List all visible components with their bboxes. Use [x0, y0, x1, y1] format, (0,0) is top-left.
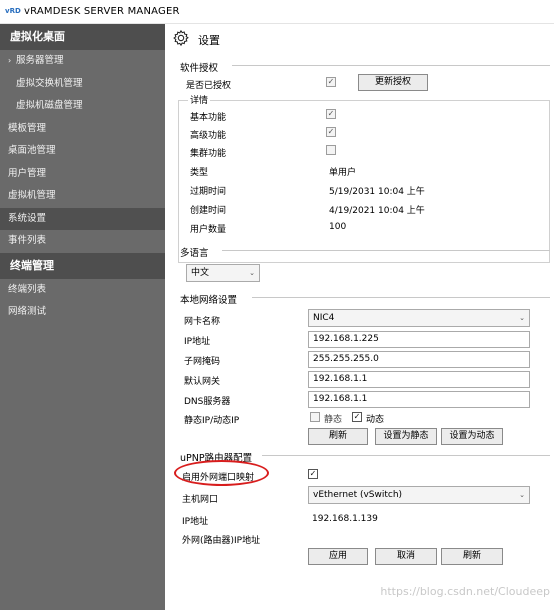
window-title: vRAMDESK SERVER MANAGER [24, 6, 180, 17]
host-nic-label: 主机网口 [182, 495, 219, 505]
ip-address-label: IP地址 [184, 337, 211, 347]
upnp-ip-value: 192.168.1.139 [312, 514, 378, 524]
cluster-feature-label: 集群功能 [190, 149, 227, 159]
chevron-down-icon: ⌄ [519, 491, 525, 499]
static-ip-label: 静态 [324, 415, 343, 425]
divider [232, 65, 550, 66]
network-section-title: 本地网络设置 [180, 295, 238, 306]
set-dynamic-button[interactable]: 设置为动态 [441, 428, 503, 445]
user-count-value: 100 [329, 222, 347, 232]
nic-name-select[interactable]: NIC4 ⌄ [308, 309, 530, 327]
subnet-mask-field[interactable]: 255.255.255.0 [308, 351, 530, 368]
sidebar-item-desktop-pool-management[interactable]: 桌面池管理 [0, 140, 165, 163]
dns-server-field[interactable]: 192.168.1.1 [308, 391, 530, 408]
settings-panel: 设置 软件授权 是否已授权 ✓ 更新授权 详情 基本功能 ✓ 高级功能 ✓ 集群… [166, 24, 554, 610]
sidebar-section-terminal-management[interactable]: 终端管理 [0, 252, 165, 279]
authorized-label: 是否已授权 [186, 81, 232, 91]
dynamic-ip-checkbox[interactable]: ✓ [352, 412, 362, 422]
user-count-label: 用户数量 [190, 225, 227, 235]
sidebar-item-vswitch-management[interactable]: 虚拟交换机管理 [0, 73, 165, 96]
language-select[interactable]: 中文 ⌄ [186, 264, 260, 282]
enable-port-mapping-checkbox[interactable]: ✓ [308, 469, 318, 479]
divider [252, 297, 550, 298]
divider [262, 455, 550, 456]
sidebar-item-template-management[interactable]: 模板管理 [0, 118, 165, 141]
window-titlebar: vRD vRAMDESK SERVER MANAGER [0, 0, 554, 24]
sidebar-item-network-test[interactable]: 网络测试 [0, 301, 165, 324]
language-section-title: 多语言 [180, 248, 209, 259]
language-selected-value: 中文 [191, 268, 210, 278]
license-section-title: 软件授权 [180, 63, 219, 74]
ip-mode-label: 静态IP/动态IP [184, 416, 240, 426]
sidebar-item-user-management[interactable]: 用户管理 [0, 163, 165, 186]
expire-time-label: 过期时间 [190, 187, 227, 197]
sidebar-item-label: 服务器管理 [16, 55, 64, 66]
subnet-mask-label: 子网掩码 [184, 357, 221, 367]
ip-address-field[interactable]: 192.168.1.225 [308, 331, 530, 348]
update-license-button[interactable]: 更新授权 [358, 74, 428, 91]
cancel-button[interactable]: 取消 [375, 548, 437, 565]
upnp-refresh-button[interactable]: 刷新 [441, 548, 503, 565]
license-details-group [178, 100, 550, 263]
basic-feature-label: 基本功能 [190, 113, 227, 123]
type-value: 单用户 [329, 168, 357, 178]
sidebar-section-virtual-desktop[interactable]: 虚拟化桌面 [0, 24, 165, 50]
static-ip-checkbox[interactable] [310, 412, 320, 422]
gateway-field[interactable]: 192.168.1.1 [308, 371, 530, 388]
apply-button[interactable]: 应用 [308, 548, 368, 565]
basic-feature-checkbox[interactable]: ✓ [326, 109, 336, 119]
create-time-label: 创建时间 [190, 206, 227, 216]
upnp-ip-label: IP地址 [182, 517, 209, 527]
set-static-button[interactable]: 设置为静态 [375, 428, 437, 445]
cluster-feature-checkbox[interactable] [326, 145, 336, 155]
host-nic-select[interactable]: vEthernet (vSwitch) ⌄ [308, 486, 530, 504]
sidebar-item-server-management[interactable]: › 服务器管理 [0, 50, 165, 73]
sidebar-item-terminal-list[interactable]: 终端列表 [0, 279, 165, 302]
sidebar-item-event-list[interactable]: 事件列表 [0, 230, 165, 253]
chevron-right-icon: › [8, 56, 12, 65]
nic-name-label: 网卡名称 [184, 317, 221, 327]
advanced-feature-label: 高级功能 [190, 131, 227, 141]
gateway-label: 默认网关 [184, 377, 221, 387]
divider [222, 250, 550, 251]
nic-name-value: NIC4 [313, 313, 335, 323]
sidebar-item-system-settings[interactable]: 系统设置 [0, 207, 165, 230]
create-time-value: 4/19/2021 10:04 上午 [329, 206, 425, 216]
details-group-title: 详情 [188, 93, 211, 106]
chevron-down-icon: ⌄ [519, 314, 525, 322]
watermark: https://blog.csdn.net/Cloudeep [380, 585, 550, 598]
expire-time-value: 5/19/2031 10:04 上午 [329, 187, 425, 197]
highlight-oval [174, 460, 269, 486]
advanced-feature-checkbox[interactable]: ✓ [326, 127, 336, 137]
dynamic-ip-label: 动态 [366, 415, 385, 425]
external-ip-label: 外网(路由器)IP地址 [182, 536, 261, 546]
type-label: 类型 [190, 168, 209, 178]
page-title: 设置 [198, 34, 220, 47]
host-nic-value: vEthernet (vSwitch) [313, 490, 403, 500]
sidebar-item-vm-management[interactable]: 虚拟机管理 [0, 185, 165, 208]
network-refresh-button[interactable]: 刷新 [308, 428, 368, 445]
sidebar-item-vdisk-management[interactable]: 虚拟机磁盘管理 [0, 95, 165, 118]
sidebar: 虚拟化桌面 › 服务器管理 虚拟交换机管理 虚拟机磁盘管理 模板管理 桌面池管理 … [0, 24, 165, 610]
chevron-down-icon: ⌄ [249, 269, 255, 277]
app-logo-icon: vRD [5, 7, 21, 15]
gear-icon [173, 29, 189, 47]
dns-server-label: DNS服务器 [184, 397, 231, 407]
authorized-checkbox[interactable]: ✓ [326, 77, 336, 87]
